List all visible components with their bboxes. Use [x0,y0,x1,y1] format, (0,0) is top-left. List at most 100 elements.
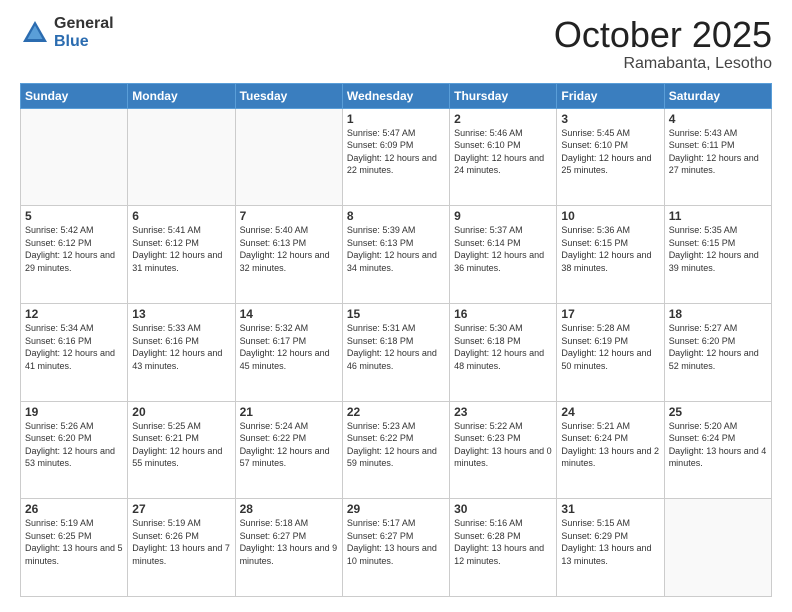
day-cell: 30Sunrise: 5:16 AM Sunset: 6:28 PM Dayli… [450,499,557,597]
day-cell: 27Sunrise: 5:19 AM Sunset: 6:26 PM Dayli… [128,499,235,597]
day-info: Sunrise: 5:36 AM Sunset: 6:15 PM Dayligh… [561,224,659,274]
title-section: October 2025 Ramabanta, Lesotho [554,15,772,73]
day-cell: 6Sunrise: 5:41 AM Sunset: 6:12 PM Daylig… [128,206,235,304]
day-cell: 9Sunrise: 5:37 AM Sunset: 6:14 PM Daylig… [450,206,557,304]
col-monday: Monday [128,83,235,108]
col-sunday: Sunday [21,83,128,108]
day-number: 3 [561,112,659,126]
day-info: Sunrise: 5:42 AM Sunset: 6:12 PM Dayligh… [25,224,123,274]
week-row-1: 1Sunrise: 5:47 AM Sunset: 6:09 PM Daylig… [21,108,772,206]
day-info: Sunrise: 5:46 AM Sunset: 6:10 PM Dayligh… [454,127,552,177]
day-cell [21,108,128,206]
day-number: 29 [347,502,445,516]
logo-text: General Blue [54,15,114,50]
day-cell: 19Sunrise: 5:26 AM Sunset: 6:20 PM Dayli… [21,401,128,499]
day-cell: 12Sunrise: 5:34 AM Sunset: 6:16 PM Dayli… [21,303,128,401]
day-info: Sunrise: 5:26 AM Sunset: 6:20 PM Dayligh… [25,420,123,470]
day-number: 14 [240,307,338,321]
week-row-5: 26Sunrise: 5:19 AM Sunset: 6:25 PM Dayli… [21,499,772,597]
day-info: Sunrise: 5:37 AM Sunset: 6:14 PM Dayligh… [454,224,552,274]
day-number: 28 [240,502,338,516]
day-cell: 5Sunrise: 5:42 AM Sunset: 6:12 PM Daylig… [21,206,128,304]
day-cell: 3Sunrise: 5:45 AM Sunset: 6:10 PM Daylig… [557,108,664,206]
logo: General Blue [20,15,114,50]
day-info: Sunrise: 5:39 AM Sunset: 6:13 PM Dayligh… [347,224,445,274]
day-info: Sunrise: 5:43 AM Sunset: 6:11 PM Dayligh… [669,127,767,177]
day-info: Sunrise: 5:19 AM Sunset: 6:26 PM Dayligh… [132,517,230,567]
day-info: Sunrise: 5:30 AM Sunset: 6:18 PM Dayligh… [454,322,552,372]
day-info: Sunrise: 5:20 AM Sunset: 6:24 PM Dayligh… [669,420,767,470]
day-cell: 23Sunrise: 5:22 AM Sunset: 6:23 PM Dayli… [450,401,557,499]
day-number: 9 [454,209,552,223]
day-cell: 14Sunrise: 5:32 AM Sunset: 6:17 PM Dayli… [235,303,342,401]
day-cell: 26Sunrise: 5:19 AM Sunset: 6:25 PM Dayli… [21,499,128,597]
day-info: Sunrise: 5:34 AM Sunset: 6:16 PM Dayligh… [25,322,123,372]
day-info: Sunrise: 5:19 AM Sunset: 6:25 PM Dayligh… [25,517,123,567]
day-number: 7 [240,209,338,223]
day-cell: 25Sunrise: 5:20 AM Sunset: 6:24 PM Dayli… [664,401,771,499]
day-info: Sunrise: 5:17 AM Sunset: 6:27 PM Dayligh… [347,517,445,567]
day-info: Sunrise: 5:47 AM Sunset: 6:09 PM Dayligh… [347,127,445,177]
day-info: Sunrise: 5:18 AM Sunset: 6:27 PM Dayligh… [240,517,338,567]
day-number: 30 [454,502,552,516]
day-cell: 20Sunrise: 5:25 AM Sunset: 6:21 PM Dayli… [128,401,235,499]
day-number: 5 [25,209,123,223]
day-cell: 7Sunrise: 5:40 AM Sunset: 6:13 PM Daylig… [235,206,342,304]
logo-general-label: General [54,15,114,33]
day-info: Sunrise: 5:24 AM Sunset: 6:22 PM Dayligh… [240,420,338,470]
day-number: 8 [347,209,445,223]
col-wednesday: Wednesday [342,83,449,108]
day-number: 16 [454,307,552,321]
day-cell: 16Sunrise: 5:30 AM Sunset: 6:18 PM Dayli… [450,303,557,401]
logo-blue-label: Blue [54,33,114,51]
day-cell: 2Sunrise: 5:46 AM Sunset: 6:10 PM Daylig… [450,108,557,206]
day-info: Sunrise: 5:28 AM Sunset: 6:19 PM Dayligh… [561,322,659,372]
day-number: 27 [132,502,230,516]
day-cell: 15Sunrise: 5:31 AM Sunset: 6:18 PM Dayli… [342,303,449,401]
day-info: Sunrise: 5:40 AM Sunset: 6:13 PM Dayligh… [240,224,338,274]
day-info: Sunrise: 5:41 AM Sunset: 6:12 PM Dayligh… [132,224,230,274]
day-number: 4 [669,112,767,126]
calendar-header: Sunday Monday Tuesday Wednesday Thursday… [21,83,772,108]
day-number: 23 [454,405,552,419]
week-row-4: 19Sunrise: 5:26 AM Sunset: 6:20 PM Dayli… [21,401,772,499]
day-info: Sunrise: 5:45 AM Sunset: 6:10 PM Dayligh… [561,127,659,177]
day-number: 20 [132,405,230,419]
day-cell: 24Sunrise: 5:21 AM Sunset: 6:24 PM Dayli… [557,401,664,499]
day-info: Sunrise: 5:16 AM Sunset: 6:28 PM Dayligh… [454,517,552,567]
logo-icon [20,18,50,48]
location: Ramabanta, Lesotho [554,55,772,73]
day-number: 13 [132,307,230,321]
day-number: 1 [347,112,445,126]
day-number: 19 [25,405,123,419]
day-info: Sunrise: 5:27 AM Sunset: 6:20 PM Dayligh… [669,322,767,372]
day-number: 22 [347,405,445,419]
day-cell: 31Sunrise: 5:15 AM Sunset: 6:29 PM Dayli… [557,499,664,597]
day-cell [664,499,771,597]
day-cell: 17Sunrise: 5:28 AM Sunset: 6:19 PM Dayli… [557,303,664,401]
day-number: 21 [240,405,338,419]
day-cell [235,108,342,206]
day-number: 15 [347,307,445,321]
day-cell: 29Sunrise: 5:17 AM Sunset: 6:27 PM Dayli… [342,499,449,597]
day-number: 2 [454,112,552,126]
col-thursday: Thursday [450,83,557,108]
day-cell: 28Sunrise: 5:18 AM Sunset: 6:27 PM Dayli… [235,499,342,597]
day-number: 25 [669,405,767,419]
day-info: Sunrise: 5:35 AM Sunset: 6:15 PM Dayligh… [669,224,767,274]
day-cell: 18Sunrise: 5:27 AM Sunset: 6:20 PM Dayli… [664,303,771,401]
day-info: Sunrise: 5:32 AM Sunset: 6:17 PM Dayligh… [240,322,338,372]
week-row-3: 12Sunrise: 5:34 AM Sunset: 6:16 PM Dayli… [21,303,772,401]
day-info: Sunrise: 5:33 AM Sunset: 6:16 PM Dayligh… [132,322,230,372]
col-friday: Friday [557,83,664,108]
day-cell: 21Sunrise: 5:24 AM Sunset: 6:22 PM Dayli… [235,401,342,499]
day-cell: 22Sunrise: 5:23 AM Sunset: 6:22 PM Dayli… [342,401,449,499]
day-number: 24 [561,405,659,419]
day-info: Sunrise: 5:25 AM Sunset: 6:21 PM Dayligh… [132,420,230,470]
day-number: 26 [25,502,123,516]
day-number: 18 [669,307,767,321]
calendar-table: Sunday Monday Tuesday Wednesday Thursday… [20,83,772,597]
month-title: October 2025 [554,15,772,55]
day-number: 11 [669,209,767,223]
day-cell: 4Sunrise: 5:43 AM Sunset: 6:11 PM Daylig… [664,108,771,206]
